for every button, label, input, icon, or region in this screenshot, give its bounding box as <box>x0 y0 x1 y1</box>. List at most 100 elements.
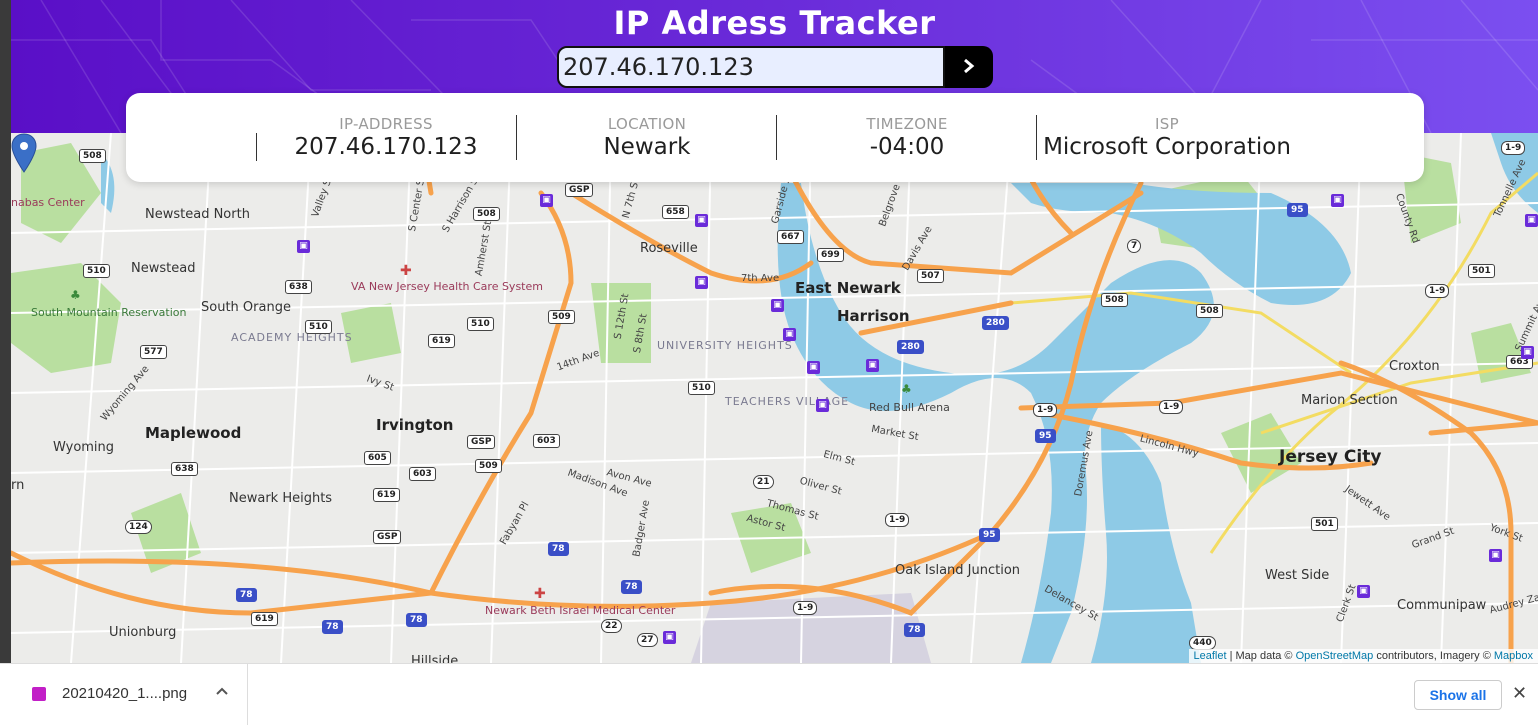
hospital-icon: ✚ <box>534 586 546 602</box>
interstate-shield: 78 <box>236 588 257 602</box>
mapbox-link[interactable]: Mapbox <box>1494 650 1533 662</box>
show-all-button[interactable]: Show all <box>1414 680 1502 710</box>
route-shield: 619 <box>251 612 278 626</box>
place-va-hospital: VA New Jersey Health Care System <box>351 280 543 293</box>
route-shield: 509 <box>475 459 502 473</box>
place-croxton: Croxton <box>1389 359 1440 374</box>
route-shield: 577 <box>140 345 167 359</box>
place-unionburg: Unionburg <box>109 625 177 640</box>
image-file-icon <box>32 687 46 701</box>
place-wyoming: Wyoming <box>53 440 115 455</box>
chevron-right-icon <box>962 54 976 79</box>
route-shield: 507 <box>917 269 944 283</box>
place-east-newark: East Newark <box>795 279 901 297</box>
place-oak-island: Oak Island Junction <box>895 563 1021 578</box>
place-teachers-village: TEACHERS VILLAGE <box>725 395 850 408</box>
route-shield: 509 <box>548 310 575 324</box>
route-shield: 510 <box>688 381 715 395</box>
us-route-shield: 1-9 <box>1033 403 1058 417</box>
route-shield: 22 <box>601 619 622 633</box>
place-newark-heights: Newark Heights <box>229 491 333 506</box>
route-shield: 699 <box>817 248 844 262</box>
interstate-shield: 78 <box>322 620 343 634</box>
info-label: ISP <box>1155 115 1179 133</box>
place-west-side: West Side <box>1265 568 1330 583</box>
transit-icon: ▣ <box>1521 346 1534 359</box>
us-route-shield: 1-9 <box>793 601 818 615</box>
place-university-heights: UNIVERSITY HEIGHTS <box>657 339 793 352</box>
route-shield: 605 <box>364 451 391 465</box>
interstate-shield: 95 <box>1035 429 1056 443</box>
chevron-up-icon[interactable] <box>216 682 228 700</box>
place-newark-beth: Newark Beth Israel Medical Center <box>485 604 676 617</box>
us-route-shield: 1-9 <box>1501 141 1526 155</box>
place-roseville: Roseville <box>640 241 698 256</box>
info-label: IP-ADDRESS <box>339 115 433 133</box>
route-shield: 21 <box>753 475 774 489</box>
us-route-shield: 1-9 <box>885 513 910 527</box>
place-hillside: Hillside <box>411 654 459 663</box>
route-shield: 508 <box>79 149 106 163</box>
map[interactable]: Newstead North Newstead South Orange Sou… <box>11 133 1538 663</box>
interstate-shield: 78 <box>406 613 427 627</box>
info-label: LOCATION <box>607 115 687 133</box>
ip-search-input[interactable] <box>557 46 945 88</box>
info-value: 207.46.170.123 <box>294 134 478 160</box>
route-shield: 27 <box>637 633 658 647</box>
transit-icon: ▣ <box>695 214 708 227</box>
place-jersey-city: Jersey City <box>1279 447 1382 467</box>
ip-info-card: IP-ADDRESS 207.46.170.123 LOCATION Newar… <box>126 93 1424 182</box>
download-file-name: 20210420_1....png <box>62 685 188 702</box>
transit-icon: ▣ <box>816 399 829 412</box>
place-marion-section: Marion Section <box>1301 393 1398 408</box>
place-red-bull-arena: Red Bull Arena <box>869 401 950 414</box>
route-shield: 658 <box>662 205 689 219</box>
route-shield: 124 <box>125 520 152 534</box>
info-timezone: TIMEZONE -04:00 <box>776 115 1037 160</box>
route-shield: 501 <box>1468 264 1495 278</box>
osm-link[interactable]: OpenStreetMap <box>1296 650 1374 662</box>
download-item[interactable]: 20210420_1....png <box>0 664 248 725</box>
route-shield: 501 <box>1311 517 1338 531</box>
route-shield: 603 <box>409 467 436 481</box>
route-shield: 667 <box>777 230 804 244</box>
interstate-shield: 95 <box>1287 203 1308 217</box>
transit-icon: ▣ <box>1331 194 1344 207</box>
place-south-orange: South Orange <box>201 300 291 315</box>
route-shield: 510 <box>83 264 110 278</box>
place-maplewood: Maplewood <box>145 424 242 442</box>
hospital-icon: ✚ <box>400 263 412 279</box>
download-shelf: 20210420_1....png Show all ✕ <box>0 663 1538 725</box>
park-icon: ♣ <box>70 288 81 302</box>
transit-icon: ▣ <box>1357 585 1370 598</box>
transit-icon: ▣ <box>663 631 676 644</box>
search-form <box>557 46 993 88</box>
route-shield: 508 <box>1196 304 1223 318</box>
leaflet-link[interactable]: Leaflet <box>1194 650 1227 662</box>
interstate-shield: 95 <box>979 528 1000 542</box>
street-7th-ave: 7th Ave <box>741 273 780 284</box>
place-orn: rn <box>11 478 25 493</box>
close-icon[interactable]: ✕ <box>1512 683 1527 704</box>
search-submit-button[interactable] <box>945 46 993 88</box>
info-value: Newark <box>603 134 691 160</box>
route-shield: 638 <box>171 462 198 476</box>
os-side-strip <box>0 0 11 663</box>
interstate-shield: 280 <box>897 340 924 354</box>
location-marker-icon[interactable] <box>11 133 37 173</box>
transit-icon: ▣ <box>866 359 879 372</box>
route-shield: 619 <box>373 488 400 502</box>
transit-icon: ▣ <box>297 240 310 253</box>
route-shield: 619 <box>428 334 455 348</box>
transit-icon: ▣ <box>1489 549 1502 562</box>
us-route-shield: 1-9 <box>1425 284 1450 298</box>
map-attribution: Leaflet | Map data © OpenStreetMap contr… <box>1188 649 1538 663</box>
place-newstead-north: Newstead North <box>145 207 250 222</box>
route-shield: 508 <box>1101 293 1128 307</box>
info-label: TIMEZONE <box>866 115 948 133</box>
attribution-text: contributors, Imagery © <box>1373 650 1494 662</box>
info-value: -04:00 <box>869 134 945 160</box>
transit-icon: ▣ <box>1525 214 1538 227</box>
info-location: LOCATION Newark <box>516 115 777 160</box>
page-title: IP Adress Tracker <box>613 4 936 42</box>
